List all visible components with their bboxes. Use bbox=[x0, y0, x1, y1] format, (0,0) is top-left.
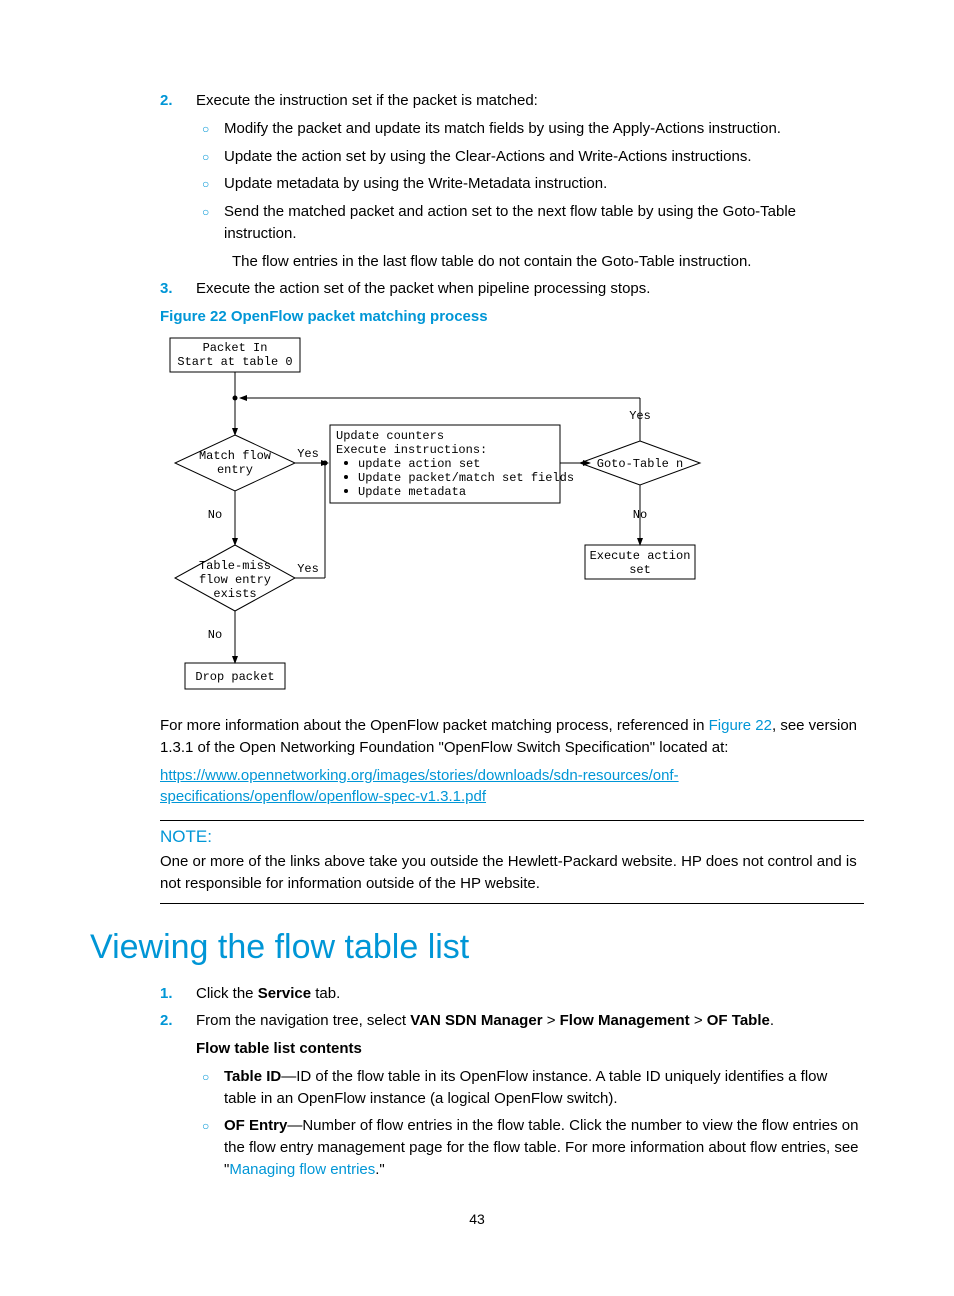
step-number: 2. bbox=[160, 1010, 173, 1032]
diagram-label-no: No bbox=[208, 628, 222, 642]
figure-caption: Figure 22 OpenFlow packet matching proce… bbox=[160, 308, 864, 325]
sub-item: ○Modify the packet and update its match … bbox=[196, 118, 864, 140]
step-number: 3. bbox=[160, 278, 173, 300]
circle-bullet-icon: ○ bbox=[202, 121, 209, 138]
circle-bullet-icon: ○ bbox=[202, 204, 209, 221]
diagram-label-yes: Yes bbox=[297, 562, 319, 576]
step-3: 3. Execute the action set of the packet … bbox=[160, 278, 864, 300]
sub-item: ○Send the matched packet and action set … bbox=[196, 201, 864, 245]
s2-sublist: ○ Table ID—ID of the flow table in its O… bbox=[196, 1066, 864, 1181]
step2-trailing: The flow entries in the last flow table … bbox=[232, 251, 864, 273]
circle-bullet-icon: ○ bbox=[202, 176, 209, 193]
spec-link-para: https://www.opennetworking.org/images/st… bbox=[160, 765, 864, 809]
diagram-label-yes: Yes bbox=[629, 409, 651, 423]
sub-item: ○ Table ID—ID of the flow table in its O… bbox=[196, 1066, 864, 1110]
diagram-label-no: No bbox=[208, 508, 222, 522]
after-figure-para: For more information about the OpenFlow … bbox=[160, 715, 864, 759]
flow-table-contents-heading: Flow table list contents bbox=[196, 1038, 864, 1060]
page-number: 43 bbox=[90, 1211, 864, 1227]
ordered-list-top: 2. Execute the instruction set if the pa… bbox=[160, 90, 864, 300]
diagram-label-yes: Yes bbox=[297, 447, 319, 461]
s2-step2: 2. From the navigation tree, select VAN … bbox=[160, 1010, 864, 1180]
openflow-spec-link[interactable]: https://www.opennetworking.org/images/st… bbox=[160, 767, 679, 806]
diagram-text: Match flow bbox=[199, 449, 272, 463]
diagram-text: Execute action bbox=[590, 549, 691, 563]
section2-steps: 1. Click the Service tab. 2. From the na… bbox=[160, 983, 864, 1181]
circle-bullet-icon: ○ bbox=[202, 1069, 209, 1086]
diagram-text: Goto-Table n bbox=[597, 457, 683, 471]
diagram-text: Update metadata bbox=[358, 485, 466, 499]
note-text: One or more of the links above take you … bbox=[160, 851, 864, 895]
flowchart-svg: Packet In Start at table 0 Match flow en… bbox=[160, 333, 720, 703]
note-box: NOTE: One or more of the links above tak… bbox=[160, 820, 864, 904]
page-content: 2. Execute the instruction set if the pa… bbox=[0, 0, 954, 1267]
diagram-text: Execute instructions: bbox=[336, 443, 487, 457]
diagram-text: update action set bbox=[358, 457, 480, 471]
diagram-label-no: No bbox=[633, 508, 647, 522]
step-text: Execute the action set of the packet whe… bbox=[196, 280, 650, 297]
diagram-text: Packet In bbox=[203, 341, 268, 355]
figure-ref-link[interactable]: Figure 22 bbox=[709, 717, 772, 734]
sub-item: ○Update the action set by using the Clea… bbox=[196, 146, 864, 168]
sub-item: ○ OF Entry—Number of flow entries in the… bbox=[196, 1115, 864, 1180]
circle-bullet-icon: ○ bbox=[202, 149, 209, 166]
managing-flow-entries-link[interactable]: Managing flow entries bbox=[229, 1161, 375, 1178]
step-number: 1. bbox=[160, 983, 173, 1005]
circle-bullet-icon: ○ bbox=[202, 1118, 209, 1135]
s2-step1: 1. Click the Service tab. bbox=[160, 983, 864, 1005]
step2-sublist: ○Modify the packet and update its match … bbox=[196, 118, 864, 245]
diagram-text: set bbox=[629, 563, 651, 577]
note-label: NOTE: bbox=[160, 827, 864, 847]
flowchart-diagram: Packet In Start at table 0 Match flow en… bbox=[160, 333, 864, 707]
step-2: 2. Execute the instruction set if the pa… bbox=[160, 90, 864, 272]
diagram-text: flow entry bbox=[199, 573, 271, 587]
diagram-text: Update counters bbox=[336, 429, 444, 443]
diagram-text: Start at table 0 bbox=[177, 355, 292, 369]
diagram-text: Update packet/match set fields bbox=[358, 471, 574, 485]
step-number: 2. bbox=[160, 90, 173, 112]
step-text: Execute the instruction set if the packe… bbox=[196, 92, 538, 109]
diagram-text: Drop packet bbox=[195, 670, 274, 684]
diagram-text: Table-miss bbox=[199, 559, 271, 573]
section-heading: Viewing the flow table list bbox=[90, 928, 864, 967]
sub-item: ○Update metadata by using the Write-Meta… bbox=[196, 173, 864, 195]
diagram-text: entry bbox=[217, 463, 253, 477]
diagram-text: exists bbox=[213, 587, 256, 601]
